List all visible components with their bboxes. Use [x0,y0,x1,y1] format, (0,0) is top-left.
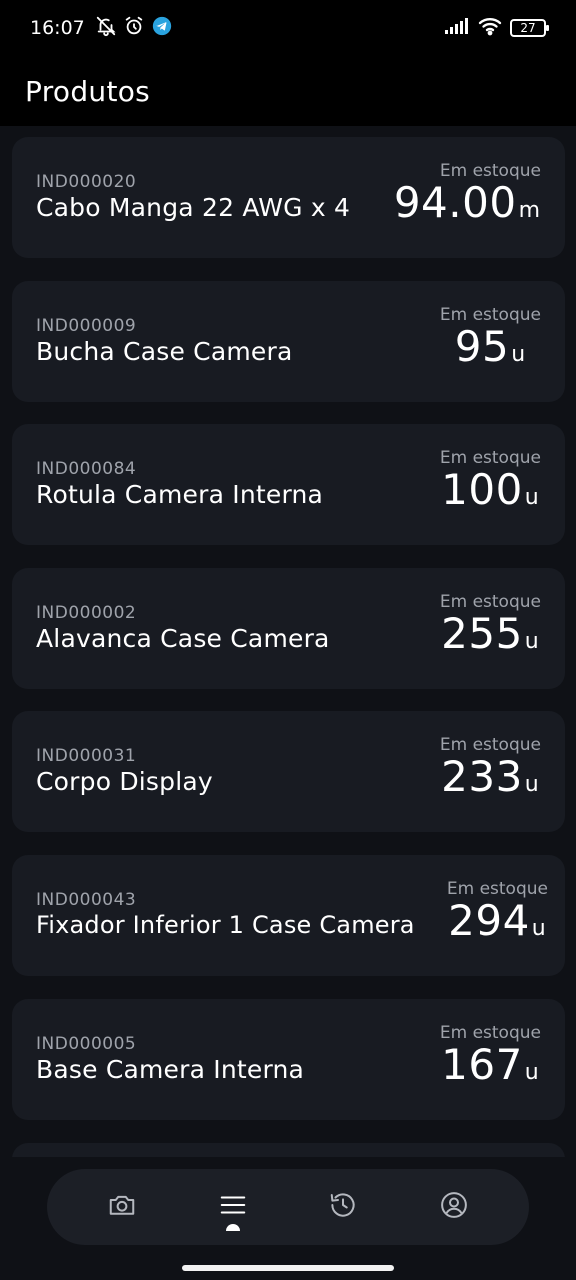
stock-quantity: 294 [448,896,530,945]
product-card[interactable]: IND000020 Cabo Manga 22 AWG x 4 Em estoq… [12,137,565,258]
stock-unit: u [524,629,539,654]
product-code: IND000005 [36,1034,137,1054]
battery-icon: 27 [510,19,549,37]
list-icon [218,1190,248,1224]
status-bar: 16:07 27 [0,0,576,56]
account-icon [439,1190,469,1224]
bottom-nav [47,1169,529,1245]
product-card[interactable]: IND000084 Rotula Camera Interna Em estoq… [12,424,565,545]
product-card-partial[interactable] [12,1143,565,1157]
stock-quantity: 233 [441,752,523,801]
product-name: Alavanca Case Camera [36,624,330,653]
stock-unit: u [524,1060,539,1085]
page-title: Produtos [25,74,151,108]
notifications-off-icon [95,15,117,42]
status-right: 27 [444,16,549,40]
stock-quantity: 100 [441,465,523,514]
product-name: Bucha Case Camera [36,337,293,366]
stock-quantity: 94.00 [393,178,517,227]
product-code: IND000043 [36,890,137,910]
app-bar: Produtos [0,56,576,126]
stock-info: Em estoque 100 u [440,448,541,514]
product-code: IND000002 [36,603,137,623]
signal-icon [444,17,470,39]
product-name: Fixador Inferior 1 Case Camera [36,911,415,939]
stock-info: Em estoque 167 u [440,1023,541,1089]
status-time: 16:07 [30,17,85,39]
nav-account-button[interactable] [424,1177,484,1237]
product-name: Base Camera Interna [36,1055,305,1084]
home-indicator[interactable] [182,1265,394,1271]
nav-camera-button[interactable] [92,1177,152,1237]
stock-info: Em estoque 255 u [440,592,541,658]
camera-icon [107,1190,137,1224]
product-code: IND000031 [36,746,137,766]
product-card[interactable]: IND000043 Fixador Inferior 1 Case Camera… [12,855,565,976]
history-icon [328,1190,358,1224]
product-list[interactable]: IND000020 Cabo Manga 22 AWG x 4 Em estoq… [12,137,565,1157]
stock-quantity: 167 [441,1040,523,1089]
product-code: IND000020 [36,172,137,192]
stock-unit: u [531,916,546,941]
stock-info: Em estoque 294 u [447,879,548,945]
wifi-icon [478,16,502,40]
product-name: Cabo Manga 22 AWG x 4 [36,193,351,222]
stock-unit: u [511,342,526,367]
stock-info: Em estoque 94.00 m [393,161,541,227]
product-card[interactable]: IND000002 Alavanca Case Camera Em estoqu… [12,568,565,689]
stock-quantity: 95 [454,322,510,371]
product-name: Rotula Camera Interna [36,480,324,509]
nav-history-button[interactable] [313,1177,373,1237]
product-name: Corpo Display [36,767,213,796]
status-left: 16:07 [30,15,173,42]
stock-unit: u [524,772,539,797]
product-card[interactable]: IND000031 Corpo Display Em estoque 233 u [12,711,565,832]
stock-unit: u [524,485,539,510]
product-code: IND000084 [36,459,137,479]
alarm-icon [123,15,145,42]
stock-info: Em estoque 233 u [440,735,541,801]
nav-products-button[interactable] [203,1177,263,1237]
active-indicator [225,1224,240,1231]
stock-unit: m [518,198,540,223]
product-card[interactable]: IND000005 Base Camera Interna Em estoque… [12,999,565,1120]
telegram-icon [151,15,173,42]
product-card[interactable]: IND000009 Bucha Case Camera Em estoque 9… [12,281,565,402]
stock-info: Em estoque 95 u [440,305,541,371]
product-code: IND000009 [36,316,137,336]
stock-quantity: 255 [441,609,523,658]
